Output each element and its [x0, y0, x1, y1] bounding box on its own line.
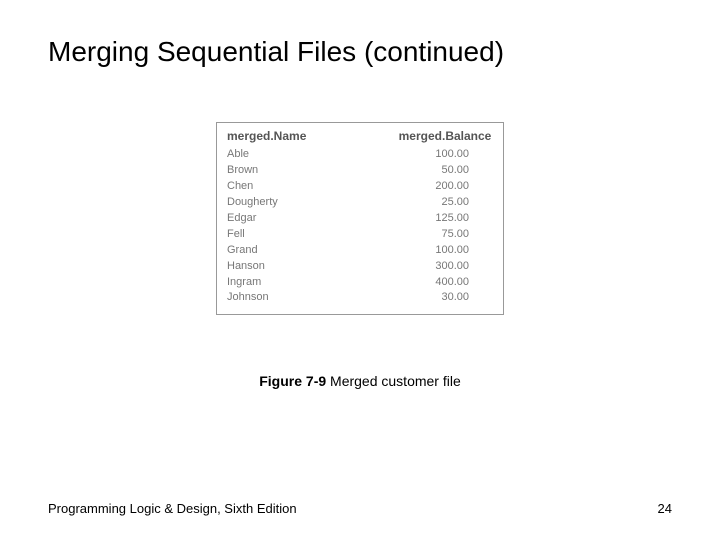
table-header-row: merged.Name merged.Balance [227, 129, 493, 143]
cell-name: Johnson [227, 290, 397, 306]
table-row: Johnson 30.00 [227, 290, 493, 306]
cell-name: Dougherty [227, 195, 397, 211]
cell-name: Brown [227, 163, 397, 179]
table-row: Ingram 400.00 [227, 275, 493, 291]
slide-footer: Programming Logic & Design, Sixth Editio… [48, 501, 672, 516]
table-row: Fell 75.00 [227, 227, 493, 243]
cell-balance: 300.00 [397, 259, 493, 275]
slide: Merging Sequential Files (continued) mer… [0, 0, 720, 540]
cell-balance: 50.00 [397, 163, 493, 179]
figure-caption: Figure 7-9 Merged customer file [48, 373, 672, 389]
slide-title: Merging Sequential Files (continued) [48, 36, 672, 68]
table-row: Dougherty 25.00 [227, 195, 493, 211]
table-row: Hanson 300.00 [227, 259, 493, 275]
figure-label: Figure 7-9 [259, 373, 326, 389]
figure-text: Merged customer file [326, 373, 461, 389]
cell-balance: 200.00 [397, 179, 493, 195]
cell-name: Fell [227, 227, 397, 243]
cell-balance: 100.00 [397, 243, 493, 259]
footer-source: Programming Logic & Design, Sixth Editio… [48, 501, 297, 516]
table-row: Brown 50.00 [227, 163, 493, 179]
page-number: 24 [658, 501, 672, 516]
cell-name: Able [227, 147, 397, 163]
cell-balance: 100.00 [397, 147, 493, 163]
col-header-balance: merged.Balance [397, 129, 493, 143]
cell-name: Edgar [227, 211, 397, 227]
cell-balance: 30.00 [397, 290, 493, 306]
merged-file-table: merged.Name merged.Balance Able 100.00 B… [216, 122, 504, 315]
cell-balance: 400.00 [397, 275, 493, 291]
cell-balance: 75.00 [397, 227, 493, 243]
table-row: Able 100.00 [227, 147, 493, 163]
cell-name: Chen [227, 179, 397, 195]
table-row: Grand 100.00 [227, 243, 493, 259]
cell-name: Ingram [227, 275, 397, 291]
table-row: Chen 200.00 [227, 179, 493, 195]
cell-name: Grand [227, 243, 397, 259]
cell-balance: 125.00 [397, 211, 493, 227]
cell-name: Hanson [227, 259, 397, 275]
table-row: Edgar 125.00 [227, 211, 493, 227]
cell-balance: 25.00 [397, 195, 493, 211]
col-header-name: merged.Name [227, 129, 397, 143]
